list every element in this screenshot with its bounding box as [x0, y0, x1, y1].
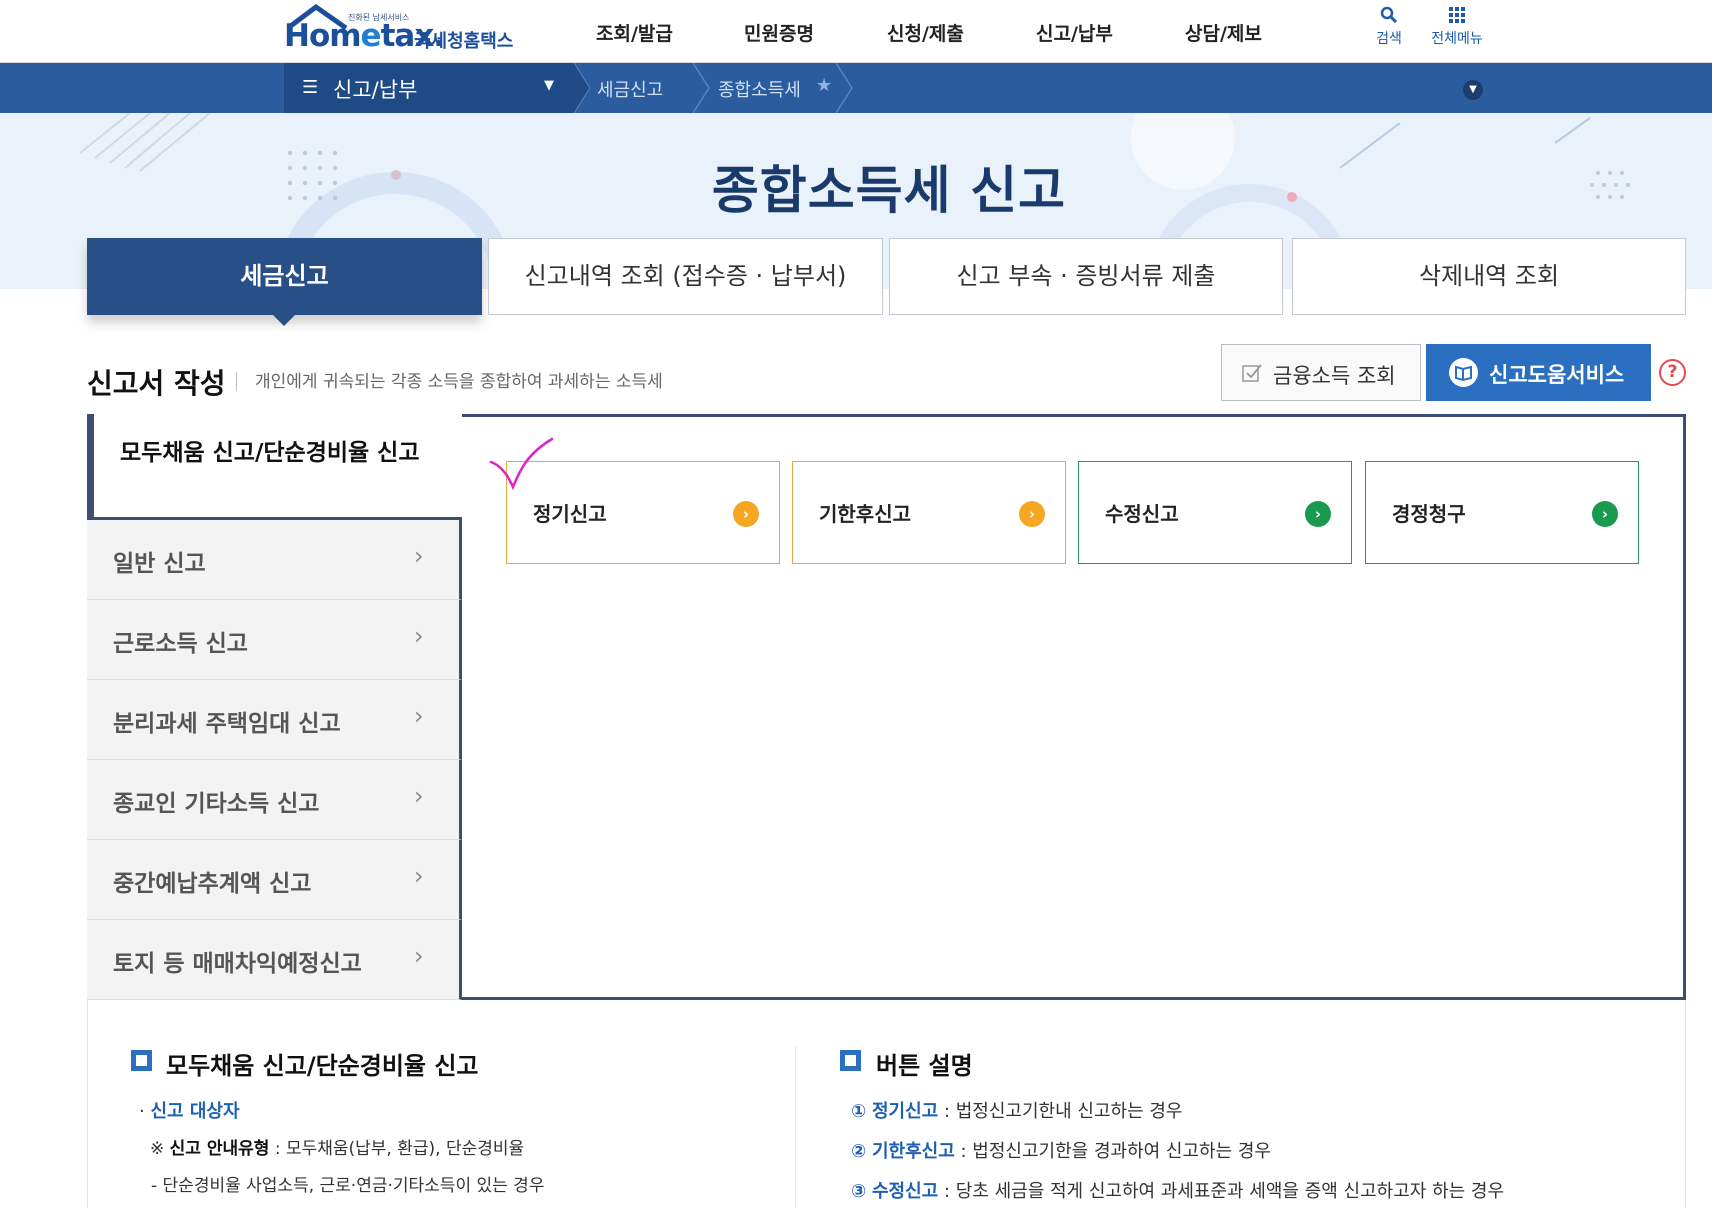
tab-tax-report[interactable]: 세금신고 — [87, 238, 482, 315]
all-menu-button[interactable]: 전체메뉴 — [1422, 6, 1492, 48]
info-divider — [795, 1046, 796, 1208]
menu-item-land-trading[interactable]: 토지 등 매매차익예정신고 › — [87, 920, 462, 1000]
section-description: 개인에게 귀속되는 각종 소득을 종합하여 과세하는 소득세 — [255, 372, 663, 392]
menu-item-general[interactable]: 일반 신고 › — [87, 520, 462, 600]
chevron-right-icon: › — [414, 782, 424, 810]
gnb-inquiry-issue[interactable]: 조회/발급 — [596, 19, 673, 46]
arrow-right-icon: › — [1305, 501, 1331, 527]
help-question-icon[interactable]: ? — [1659, 359, 1686, 386]
gnb-application[interactable]: 신청/제출 — [887, 19, 964, 46]
button-desc-late: ② 기한후신고 : 법정신고기한을 경과하여 신고하는 경우 — [851, 1141, 1271, 1162]
chevron-right-icon: › — [414, 542, 424, 570]
gnb-certificate[interactable]: 민원증명 — [744, 19, 814, 46]
late-report-button[interactable]: 기한후신고 › — [792, 461, 1066, 564]
guide-type-line: ※ 신고 안내유형 : 모두채움(납부, 환급), 단순경비율 — [150, 1139, 525, 1159]
top-navigation: 진화된 납세서비스 Hometax. 국세청홈택스 조회/발급 민원증명 신청/… — [0, 0, 1712, 63]
guide-note: - 단순경비율 사업소득, 근로·연금·기타소득이 있는 경우 — [151, 1176, 545, 1196]
breadcrumb-separator-icon — [693, 63, 710, 113]
favorite-star-icon[interactable]: ★ — [816, 75, 832, 96]
checkbox-edit-icon — [1242, 364, 1262, 382]
chevron-right-icon: › — [414, 622, 424, 650]
handwritten-checkmark-icon — [489, 437, 554, 491]
button-desc-amended: ③ 수정신고 : 당초 세금을 적게 신고하여 과세표준과 세액을 증액 신고하… — [851, 1181, 1505, 1202]
arrow-right-icon: › — [733, 501, 759, 527]
tab-deleted-history[interactable]: 삭제내역 조회 — [1292, 238, 1686, 315]
search-button[interactable]: 검색 — [1354, 6, 1424, 48]
breadcrumb-separator-icon — [574, 63, 591, 113]
info-right-heading: 버튼 설명 — [876, 1052, 973, 1080]
grid-menu-icon — [1449, 7, 1465, 23]
chevron-right-icon: › — [414, 862, 424, 890]
menu-item-religious-income[interactable]: 종교인 기타소득 신고 › — [87, 760, 462, 840]
page-title: 종합소득세 신고 — [711, 162, 1067, 221]
tab-attachment-submit[interactable]: 신고 부속 · 증빙서류 제출 — [889, 238, 1283, 315]
correction-claim-button[interactable]: 경정청구 › — [1365, 461, 1639, 564]
breadcrumb-separator-icon — [836, 63, 853, 113]
target-label: · 신고 대상자 — [139, 1101, 240, 1122]
section-bullet-icon — [131, 1050, 152, 1071]
financial-income-inquiry-button[interactable]: 금융소득 조회 — [1221, 344, 1421, 401]
active-tab-pointer — [272, 314, 296, 326]
hometax-logo[interactable]: 진화된 납세서비스 Hometax. 국세청홈택스 — [284, 4, 514, 60]
search-icon — [1380, 6, 1398, 24]
menu-item-prefilled-simple-expense[interactable]: 모두채움 신고/단순경비율 신고 — [87, 414, 462, 520]
caret-down-icon: ▼ — [544, 78, 554, 93]
gnb-consult[interactable]: 상담/제보 — [1185, 19, 1262, 46]
book-icon — [1449, 358, 1478, 387]
info-left-heading: 모두채움 신고/단순경비율 신고 — [166, 1052, 479, 1080]
breadcrumb-item-income-tax[interactable]: 종합소득세 — [718, 76, 801, 102]
logo-korean-name: 국세청홈택스 — [414, 31, 514, 52]
chevron-down-icon[interactable]: ▼ — [1463, 80, 1483, 100]
menu-item-earned-income[interactable]: 근로소득 신고 › — [87, 600, 462, 680]
menu-item-housing-rental[interactable]: 분리과세 주택임대 신고 › — [87, 680, 462, 760]
arrow-right-icon: › — [1019, 501, 1045, 527]
breadcrumb-menu-dropdown[interactable]: ☰ 신고/납부 ▼ — [284, 63, 574, 113]
amended-report-button[interactable]: 수정신고 › — [1078, 461, 1352, 564]
menu-item-interim-prepayment[interactable]: 중간예납추계액 신고 › — [87, 840, 462, 920]
arrow-right-icon: › — [1592, 501, 1618, 527]
breadcrumb-item-tax-report[interactable]: 세금신고 — [597, 76, 663, 102]
section-bullet-icon — [840, 1050, 861, 1071]
report-help-service-button[interactable]: 신고도움서비스 — [1426, 344, 1651, 401]
tab-report-history[interactable]: 신고내역 조회 (접수증 · 납부서) — [488, 238, 883, 315]
section-divider — [236, 372, 237, 391]
gnb-report-pay[interactable]: 신고/납부 — [1036, 19, 1113, 46]
chevron-right-icon: › — [414, 942, 424, 970]
breadcrumb: ☰ 신고/납부 ▼ 세금신고 종합소득세 ★ ▼ — [0, 63, 1712, 113]
chevron-right-icon: › — [414, 702, 424, 730]
section-title: 신고서 작성 — [87, 367, 226, 400]
button-desc-regular: ① 정기신고 : 법정신고기한내 신고하는 경우 — [851, 1101, 1183, 1122]
hamburger-icon: ☰ — [302, 77, 319, 98]
